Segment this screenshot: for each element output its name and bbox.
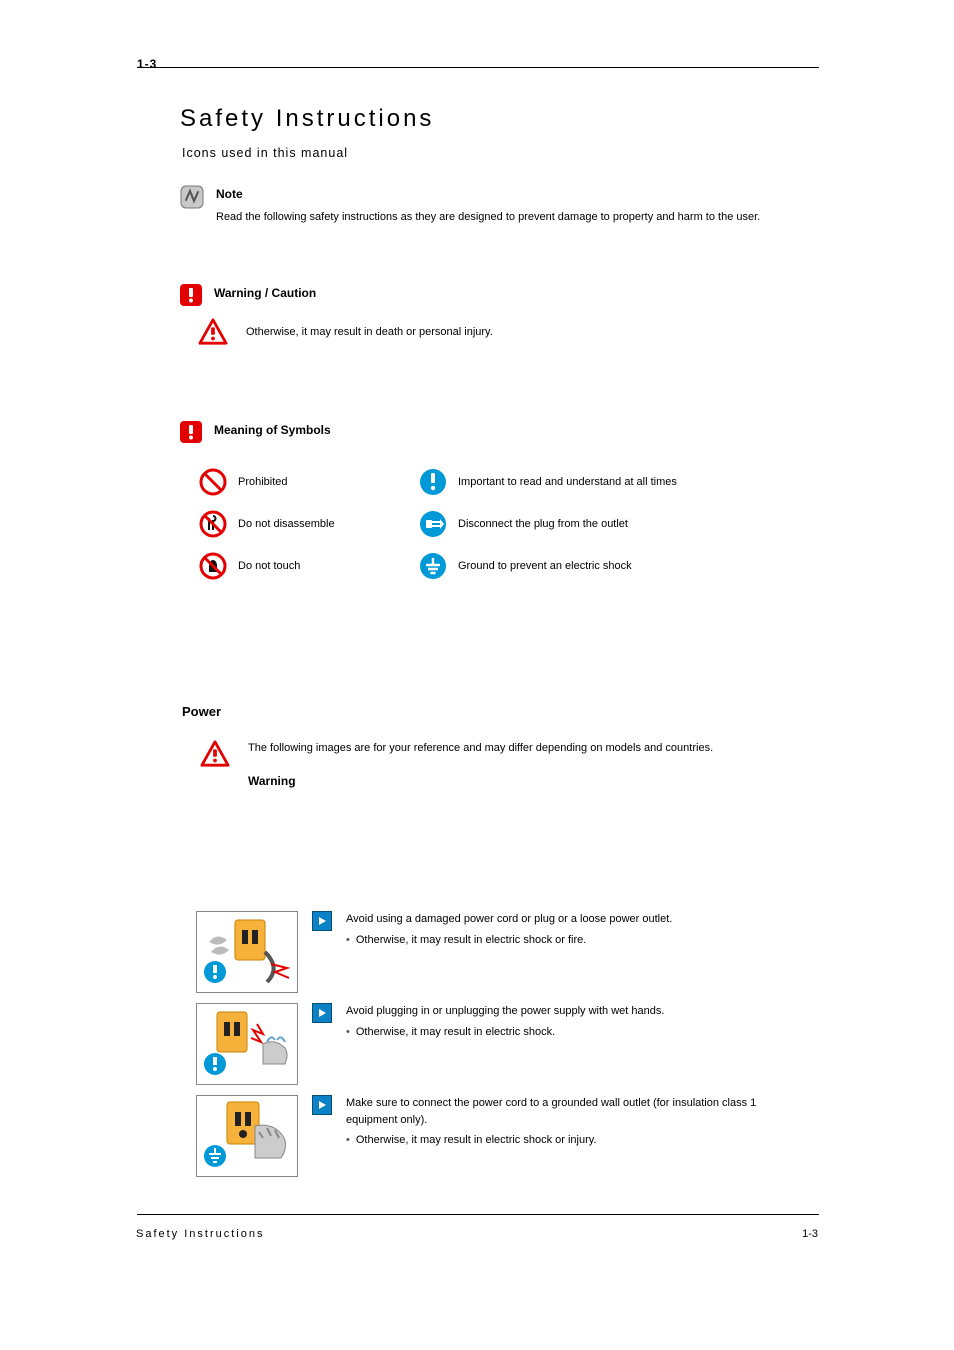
arrow-square-icon xyxy=(312,1095,332,1115)
warning-caution-body: Otherwise, it may result in death or per… xyxy=(246,324,493,341)
footer-right: 1-3 xyxy=(802,1228,818,1240)
symbols-heading: Meaning of Symbols xyxy=(214,421,331,439)
warning-square-icon xyxy=(180,421,202,443)
important-label: Important to read and understand at all … xyxy=(458,474,698,491)
instr-1-body: Otherwise, it may result in electric sho… xyxy=(356,1024,555,1041)
page-title: Safety Instructions xyxy=(180,105,434,133)
instr-2-lead: Make sure to connect the power cord to a… xyxy=(346,1097,756,1126)
instr-0-lead: Avoid using a damaged power cord or plug… xyxy=(346,913,672,925)
important-icon xyxy=(418,467,458,497)
instr-1-lead: Avoid plugging in or unplugging the powe… xyxy=(346,1005,664,1017)
illustration-damaged-cord xyxy=(196,911,298,993)
ground-label: Ground to prevent an electric shock xyxy=(458,558,698,575)
no-disassemble-icon xyxy=(198,509,238,539)
no-touch-icon xyxy=(198,551,238,581)
prohibited-icon xyxy=(198,467,238,497)
caution-triangle-icon xyxy=(200,740,230,768)
disconnect-label: Disconnect the plug from the outlet xyxy=(458,516,698,533)
instr-2-body: Otherwise, it may result in electric sho… xyxy=(356,1132,597,1149)
page-subtitle: Icons used in this manual xyxy=(182,146,348,160)
warning-caution-heading: Warning / Caution xyxy=(214,284,316,302)
illustration-wet-hands xyxy=(196,1003,298,1085)
instr-0-body: Otherwise, it may result in electric sho… xyxy=(356,932,586,949)
no-touch-label: Do not touch xyxy=(238,558,418,575)
arrow-square-icon xyxy=(312,1003,332,1023)
bottom-ruler xyxy=(137,1214,819,1215)
note-heading: Note xyxy=(216,185,820,203)
ground-icon xyxy=(418,551,458,581)
prohibited-label: Prohibited xyxy=(238,474,418,491)
power-warning-label: Warning xyxy=(248,772,713,790)
note-icon xyxy=(180,185,204,209)
arrow-square-icon xyxy=(312,911,332,931)
disconnect-plug-icon xyxy=(418,509,458,539)
power-warning-body: The following images are for your refere… xyxy=(248,740,713,757)
top-ruler xyxy=(137,67,819,68)
section-number: 1-3 xyxy=(137,55,157,73)
power-heading: Power xyxy=(182,702,822,722)
no-disassemble-label: Do not disassemble xyxy=(238,516,418,533)
illustration-grounded-outlet xyxy=(196,1095,298,1177)
caution-triangle-icon xyxy=(198,318,228,346)
warning-square-icon xyxy=(180,284,202,306)
note-body: Read the following safety instructions a… xyxy=(216,209,820,226)
footer-left: Safety Instructions xyxy=(136,1228,265,1240)
